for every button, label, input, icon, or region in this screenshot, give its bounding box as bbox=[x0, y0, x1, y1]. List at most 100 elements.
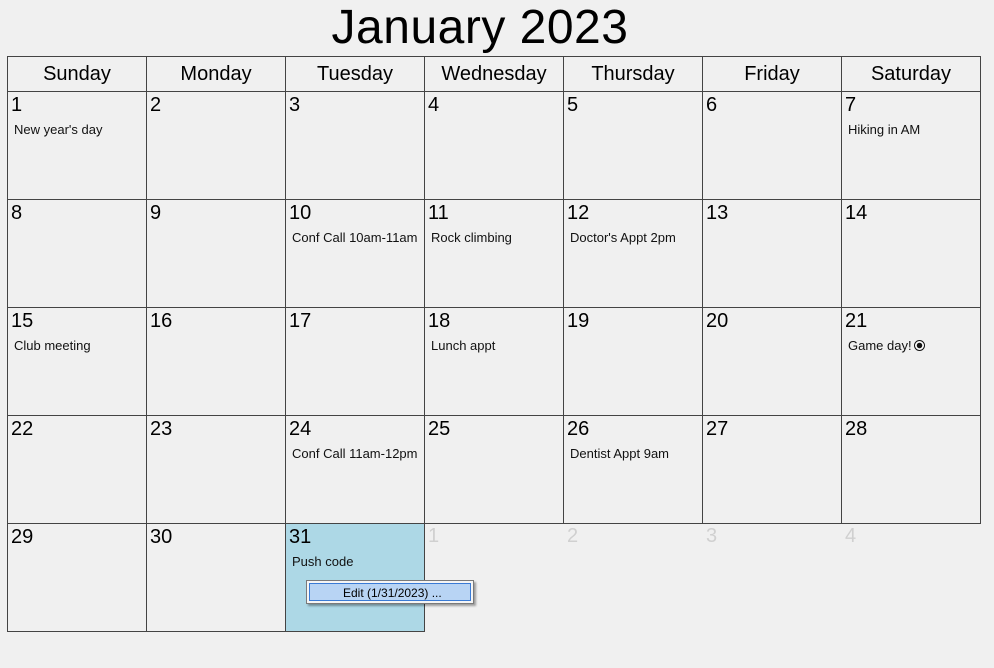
event-label[interactable]: New year's day bbox=[14, 122, 102, 138]
event-label[interactable]: Conf Call 11am-12pm bbox=[292, 446, 417, 462]
day-number: 16 bbox=[150, 310, 173, 332]
day-number: 3 bbox=[706, 525, 718, 547]
day-cell-next-month[interactable]: 4 bbox=[841, 523, 981, 632]
event-text: Club meeting bbox=[14, 338, 91, 353]
weekday-header-monday: Monday bbox=[146, 56, 286, 92]
day-cell[interactable]: 12 Doctor's Appt 2pm bbox=[563, 199, 703, 308]
day-number: 17 bbox=[289, 310, 312, 332]
day-cell[interactable]: 21 Game day! bbox=[841, 307, 981, 416]
day-cell[interactable]: 28 bbox=[841, 415, 981, 524]
day-number: 5 bbox=[567, 94, 579, 116]
day-number: 26 bbox=[567, 418, 590, 440]
day-cell[interactable]: 16 bbox=[146, 307, 286, 416]
day-cell[interactable]: 18 Lunch appt bbox=[424, 307, 564, 416]
event-text: Hiking in AM bbox=[848, 122, 921, 137]
day-cell[interactable]: 4 bbox=[424, 91, 564, 200]
day-cell[interactable]: 15 Club meeting bbox=[7, 307, 147, 416]
calendar-grid: Sunday Monday Tuesday Wednesday Thursday Frid… bbox=[7, 56, 981, 632]
day-number: 7 bbox=[845, 94, 857, 116]
day-number: 9 bbox=[150, 202, 162, 224]
weekday-header-row: Sunday Monday Tuesday Wednesday Thursday Frid… bbox=[7, 56, 981, 92]
day-number: 30 bbox=[150, 526, 173, 548]
calendar-title: January 2023 bbox=[331, 1, 629, 54]
day-number: 27 bbox=[706, 418, 729, 440]
day-number: 3 bbox=[289, 94, 301, 116]
event-label[interactable]: Rock climbing bbox=[431, 230, 512, 246]
day-cell[interactable]: 31 Push code bbox=[285, 523, 425, 632]
day-cell-next-month[interactable]: 2 bbox=[563, 523, 703, 632]
weekday-header-saturday: Saturday bbox=[841, 56, 981, 92]
day-cell-next-month[interactable]: 3 bbox=[702, 523, 842, 632]
day-number: 21 bbox=[845, 310, 868, 332]
day-cell[interactable]: 14 bbox=[841, 199, 981, 308]
soccer-ball-icon bbox=[913, 340, 925, 351]
day-number: 14 bbox=[845, 202, 868, 224]
context-menu: Edit (1/31/2023) ... bbox=[306, 580, 474, 604]
day-cell[interactable]: 1 New year's day bbox=[7, 91, 147, 200]
event-text: Dentist Appt 9am bbox=[570, 446, 669, 461]
day-number: 29 bbox=[11, 526, 34, 548]
event-label[interactable]: Hiking in AM bbox=[848, 122, 920, 138]
day-cell[interactable]: 3 bbox=[285, 91, 425, 200]
day-number: 18 bbox=[428, 310, 451, 332]
event-label[interactable]: Dentist Appt 9am bbox=[570, 446, 669, 462]
day-cell[interactable]: 6 bbox=[702, 91, 842, 200]
event-label[interactable]: Lunch appt bbox=[431, 338, 495, 354]
day-cell[interactable]: 5 bbox=[563, 91, 703, 200]
day-number: 12 bbox=[567, 202, 590, 224]
event-text: Conf Call 11am-12pm bbox=[292, 446, 418, 461]
day-cell[interactable]: 9 bbox=[146, 199, 286, 308]
event-text: New year's day bbox=[14, 122, 103, 137]
day-cell-next-month[interactable]: 1 bbox=[424, 523, 564, 632]
day-cell[interactable]: 22 bbox=[7, 415, 147, 524]
day-number: 15 bbox=[11, 310, 34, 332]
day-number: 22 bbox=[11, 418, 34, 440]
event-text: Game day! bbox=[848, 338, 912, 353]
event-label[interactable]: Conf Call 10am-11am bbox=[292, 230, 417, 246]
day-number: 6 bbox=[706, 94, 718, 116]
event-label[interactable]: Club meeting bbox=[14, 338, 91, 354]
day-number: 4 bbox=[845, 525, 857, 547]
day-cell[interactable]: 26 Dentist Appt 9am bbox=[563, 415, 703, 524]
day-cell[interactable]: 27 bbox=[702, 415, 842, 524]
day-number: 23 bbox=[150, 418, 173, 440]
day-cell[interactable]: 10 Conf Call 10am-11am bbox=[285, 199, 425, 308]
day-cell[interactable]: 23 bbox=[146, 415, 286, 524]
day-number: 2 bbox=[567, 525, 579, 547]
day-number: 1 bbox=[11, 94, 23, 116]
event-text: Rock climbing bbox=[431, 230, 512, 245]
event-text: Conf Call 10am-11am bbox=[292, 230, 418, 245]
weekday-header-sunday: Sunday bbox=[7, 56, 147, 92]
day-number: 24 bbox=[289, 418, 312, 440]
event-text: Push code bbox=[292, 554, 354, 569]
day-cell[interactable]: 11 Rock climbing bbox=[424, 199, 564, 308]
event-text: Lunch appt bbox=[431, 338, 496, 353]
event-label[interactable]: Push code bbox=[292, 554, 353, 570]
day-cell[interactable]: 20 bbox=[702, 307, 842, 416]
weekday-header-friday: Friday bbox=[702, 56, 842, 92]
day-number: 13 bbox=[706, 202, 729, 224]
day-cell[interactable]: 8 bbox=[7, 199, 147, 308]
day-number: 10 bbox=[289, 202, 312, 224]
day-number: 4 bbox=[428, 94, 440, 116]
day-number: 11 bbox=[428, 202, 449, 224]
edit-day-menu-item[interactable]: Edit (1/31/2023) ... bbox=[309, 583, 471, 601]
event-label[interactable]: Doctor's Appt 2pm bbox=[570, 230, 676, 246]
weekday-header-tuesday: Tuesday bbox=[285, 56, 425, 92]
day-cell[interactable]: 24 Conf Call 11am-12pm bbox=[285, 415, 425, 524]
day-cell[interactable]: 17 bbox=[285, 307, 425, 416]
day-cell[interactable]: 2 bbox=[146, 91, 286, 200]
day-cell[interactable]: 25 bbox=[424, 415, 564, 524]
day-cell[interactable]: 13 bbox=[702, 199, 842, 308]
event-text: Doctor's Appt 2pm bbox=[570, 230, 676, 245]
day-number: 8 bbox=[11, 202, 23, 224]
day-number: 20 bbox=[706, 310, 729, 332]
day-cell[interactable]: 7 Hiking in AM bbox=[841, 91, 981, 200]
day-cell[interactable]: 19 bbox=[563, 307, 703, 416]
day-cell[interactable]: 29 bbox=[7, 523, 147, 632]
day-cell[interactable]: 30 bbox=[146, 523, 286, 632]
event-label[interactable]: Game day! bbox=[848, 338, 925, 354]
day-number: 25 bbox=[428, 418, 451, 440]
day-number: 19 bbox=[567, 310, 590, 332]
day-number: 28 bbox=[845, 418, 868, 440]
